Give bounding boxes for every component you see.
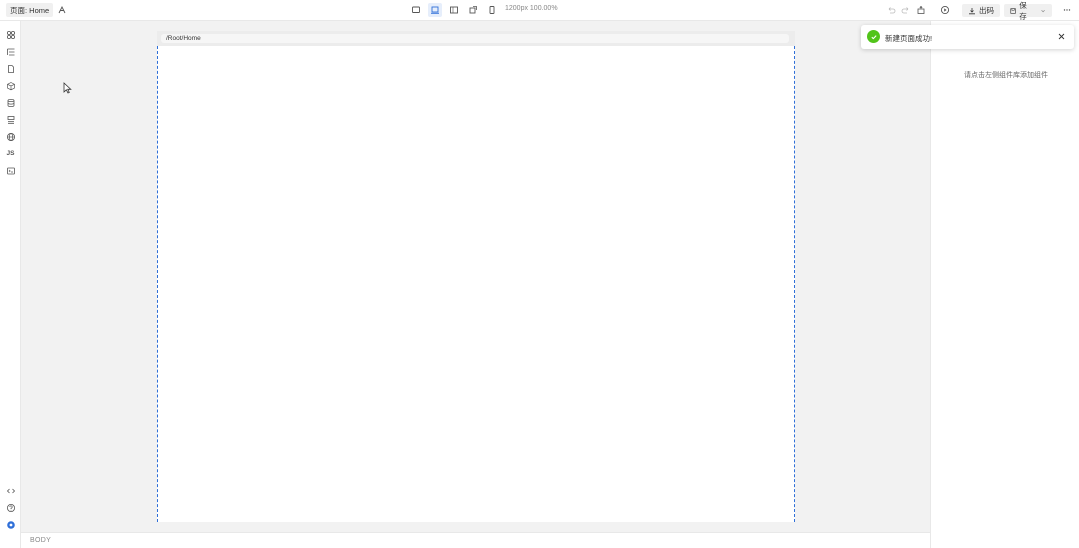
status-bar: BODY: [21, 532, 930, 548]
save-button[interactable]: 保存: [1004, 1, 1052, 21]
save-label: 保存: [1019, 0, 1027, 21]
download-icon: [969, 7, 975, 14]
save-icon: [1010, 7, 1016, 14]
code-icon[interactable]: [4, 484, 17, 497]
success-toast: 新建页面成功!: [861, 25, 1074, 49]
redo-icon[interactable]: [899, 3, 913, 17]
data-source-icon[interactable]: [4, 96, 17, 109]
export-code-label: 出码: [979, 6, 994, 15]
preview-icon[interactable]: [938, 3, 952, 17]
help-icon[interactable]: [4, 501, 17, 514]
layout-list-icon[interactable]: [4, 113, 17, 126]
tablet-rotate-icon[interactable]: [466, 3, 480, 17]
toast-message: 新建页面成功!: [885, 34, 933, 43]
more-icon[interactable]: [1060, 3, 1074, 17]
check-circle-icon: [867, 30, 880, 43]
close-icon[interactable]: [1056, 31, 1066, 41]
export-code-button[interactable]: 出码: [962, 4, 1000, 17]
tablet-landscape-icon[interactable]: [447, 3, 461, 17]
page-file-icon[interactable]: [4, 62, 17, 75]
page-frame[interactable]: /Root/Home: [157, 31, 795, 522]
element-path[interactable]: BODY: [30, 537, 51, 544]
viewport-readout: 1200px 100.00%: [505, 5, 558, 12]
plugin-icon[interactable]: [914, 3, 928, 17]
design-canvas[interactable]: /Root/Home: [22, 21, 930, 532]
top-toolbar: 页面: Home 1200px 100.00% 出码 保存: [0, 0, 1079, 21]
globe-icon[interactable]: [4, 130, 17, 143]
properties-panel: 请点击左侧组件库添加组件: [930, 21, 1079, 548]
frame-header: /Root/Home: [157, 31, 795, 46]
schema-icon[interactable]: [4, 164, 17, 177]
empty-selection-hint: 请点击左侧组件库添加组件: [964, 72, 1048, 79]
undo-icon[interactable]: [884, 3, 898, 17]
left-rail: JS: [0, 21, 21, 548]
page-selector-label: 页面: Home: [10, 5, 50, 15]
block-cube-icon[interactable]: [4, 79, 17, 92]
chevron-down-icon[interactable]: [1040, 7, 1046, 15]
page-selector[interactable]: 页面: Home: [6, 3, 54, 17]
laptop-view-icon[interactable]: [428, 3, 442, 17]
desktop-view-icon[interactable]: [409, 3, 423, 17]
outline-tree-icon[interactable]: [4, 45, 17, 58]
javascript-icon[interactable]: JS: [4, 147, 17, 160]
route-breadcrumb: /Root/Home: [161, 34, 789, 43]
brush-icon[interactable]: [55, 3, 69, 17]
page-body-dropzone[interactable]: [157, 46, 795, 522]
mouse-cursor-icon: [63, 82, 72, 94]
settings-gear-icon[interactable]: [4, 518, 17, 531]
component-library-icon[interactable]: [4, 28, 17, 41]
javascript-label: JS: [6, 150, 15, 157]
mobile-view-icon[interactable]: [485, 3, 499, 17]
